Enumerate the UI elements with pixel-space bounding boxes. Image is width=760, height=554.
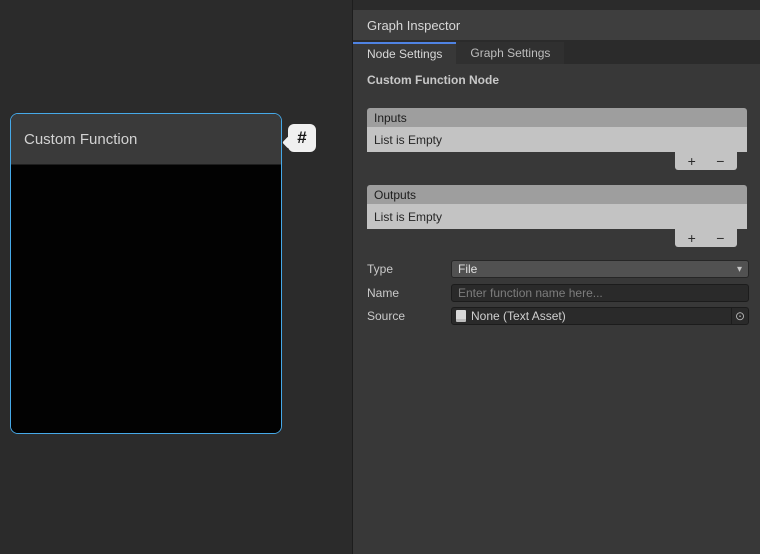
text-asset-icon: [456, 310, 466, 322]
node-settings-heading: Custom Function Node: [367, 73, 499, 87]
hash-glyph: #: [297, 128, 306, 148]
outputs-add-button[interactable]: +: [680, 231, 704, 245]
node-header[interactable]: Custom Function: [11, 114, 281, 165]
outputs-list-empty-row: List is Empty: [367, 204, 747, 229]
inputs-list-footer: + −: [367, 152, 747, 170]
outputs-list-header-label: Outputs: [374, 188, 416, 202]
source-field-row: Source None (Text Asset) ⊙: [367, 307, 749, 325]
outputs-list: Outputs List is Empty + −: [367, 185, 747, 247]
outputs-list-footer-bar: + −: [675, 229, 737, 247]
tab-graph-settings[interactable]: Graph Settings: [456, 42, 564, 64]
inputs-add-button[interactable]: +: [680, 154, 704, 168]
panel-title: Graph Inspector: [367, 18, 460, 33]
type-dropdown-value: File: [458, 262, 477, 276]
inputs-remove-button[interactable]: −: [708, 154, 732, 168]
custom-function-node[interactable]: Custom Function: [10, 113, 282, 434]
type-dropdown[interactable]: File ▾: [451, 260, 749, 278]
function-name-input[interactable]: [451, 284, 749, 302]
outputs-remove-button[interactable]: −: [708, 231, 732, 245]
outputs-list-empty-label: List is Empty: [374, 210, 442, 224]
source-label: Source: [367, 309, 451, 323]
window-title-bar[interactable]: Graph Inspector: [353, 10, 760, 40]
outputs-list-footer: + −: [367, 229, 747, 247]
chevron-down-icon: ▾: [737, 264, 742, 275]
outputs-list-header: Outputs: [367, 185, 747, 204]
inputs-list-empty-row: List is Empty: [367, 127, 747, 152]
tab-graph-settings-label: Graph Settings: [470, 46, 550, 60]
tab-node-settings-label: Node Settings: [367, 47, 442, 61]
node-body: [11, 166, 281, 433]
inputs-list-footer-bar: + −: [675, 152, 737, 170]
inputs-list-header-label: Inputs: [374, 111, 407, 125]
hash-badge-icon[interactable]: #: [288, 124, 316, 152]
inputs-list-header: Inputs: [367, 108, 747, 127]
inspector-tab-bar: Node Settings Graph Settings: [353, 42, 760, 64]
node-title: Custom Function: [24, 131, 137, 148]
object-picker-button[interactable]: ⊙: [731, 308, 748, 324]
source-object-value: None (Text Asset): [471, 309, 731, 323]
inputs-list: Inputs List is Empty + −: [367, 108, 747, 170]
tab-node-settings[interactable]: Node Settings: [353, 42, 456, 64]
type-label: Type: [367, 262, 451, 276]
name-label: Name: [367, 286, 451, 300]
source-object-field[interactable]: None (Text Asset) ⊙: [451, 307, 749, 325]
name-field-row: Name: [367, 284, 749, 302]
inputs-list-empty-label: List is Empty: [374, 133, 442, 147]
inspector-body: Custom Function Node Inputs List is Empt…: [353, 64, 760, 554]
type-field-row: Type File ▾: [367, 260, 749, 278]
graph-inspector-panel: Graph Inspector Node Settings Graph Sett…: [352, 0, 760, 554]
